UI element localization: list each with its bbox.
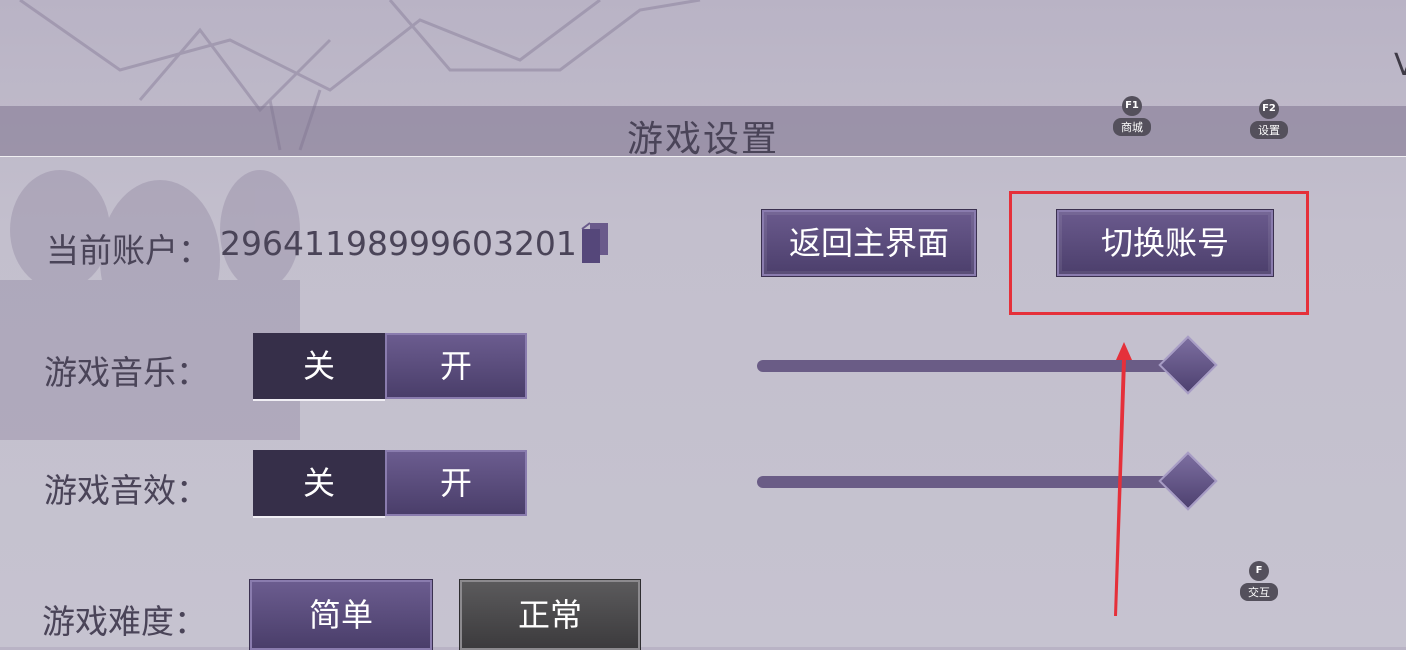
hotkey-key: F1 [1122, 96, 1142, 116]
slider-track[interactable] [757, 476, 1197, 488]
hotkey-interact[interactable]: F 交互 [1240, 561, 1278, 601]
hotkey-key: F2 [1259, 99, 1279, 119]
page-title: 游戏设置 [626, 119, 779, 160]
difficulty-label: 游戏难度： [42, 602, 207, 641]
account-id: 29641198999603201 [220, 224, 577, 263]
slider-thumb[interactable] [1158, 335, 1218, 395]
music-label: 游戏音乐： [44, 353, 209, 392]
hotkey-shop[interactable]: F1 商城 [1113, 96, 1151, 136]
hotkey-label: 交互 [1240, 583, 1278, 601]
edge-glyph: V [1394, 48, 1406, 83]
sfx-off-button[interactable]: 关 [253, 450, 385, 518]
return-main-menu-button[interactable]: 返回主界面 [761, 209, 977, 277]
music-toggle[interactable]: 关 开 [253, 333, 527, 401]
hotkey-key: F [1249, 561, 1269, 581]
music-volume-slider[interactable] [757, 335, 1218, 396]
hotkey-label: 设置 [1250, 121, 1288, 139]
sfx-volume-slider[interactable] [757, 451, 1218, 512]
hotkey-settings[interactable]: F2 设置 [1250, 99, 1288, 139]
sfx-label: 游戏音效： [44, 471, 209, 510]
slider-track[interactable] [757, 360, 1197, 372]
annotation-highlight-box [1009, 191, 1309, 315]
copy-icon[interactable] [578, 221, 614, 265]
hotkey-label: 商城 [1113, 118, 1151, 136]
music-off-button[interactable]: 关 [253, 333, 385, 401]
slider-thumb[interactable] [1158, 451, 1218, 511]
sfx-toggle[interactable]: 关 开 [253, 450, 527, 518]
music-on-button[interactable]: 开 [385, 333, 527, 399]
difficulty-normal-button[interactable]: 正常 [459, 579, 641, 650]
background-artwork [0, 0, 701, 440]
sfx-on-button[interactable]: 开 [385, 450, 527, 516]
account-label: 当前账户： [46, 231, 211, 270]
difficulty-easy-button[interactable]: 简单 [249, 579, 433, 650]
